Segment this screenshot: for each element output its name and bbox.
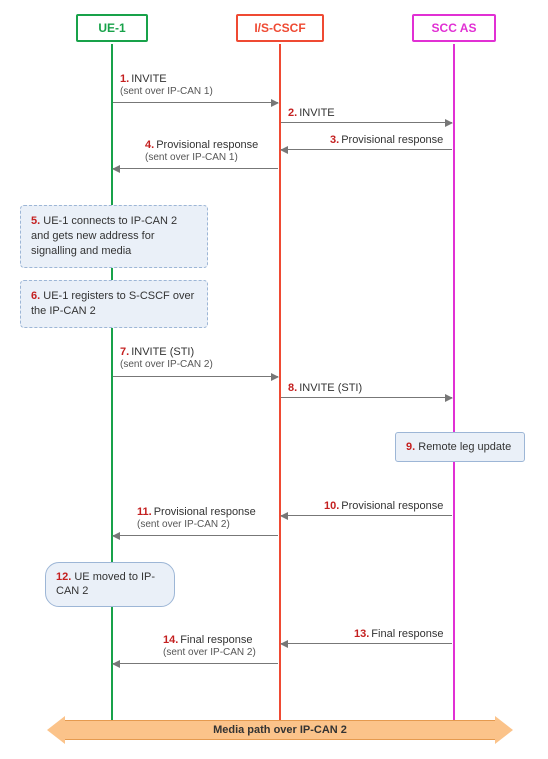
msg-4-arrow [113,168,278,169]
msg-3-label: 3.Provisional response [330,134,443,146]
msg-2-arrow [281,122,452,123]
sequence-diagram: UE-1 I/S-CSCF SCC AS 1.INVITE (sent over… [0,0,548,759]
msg-14-arrow [113,663,278,664]
msg-11-arrow [113,535,278,536]
note-9-remote-leg-update: 9. Remote leg update [395,432,525,462]
msg-11-label: 11.Provisional response (sent over IP-CA… [137,506,256,530]
actor-scc-as: SCC AS [412,14,496,42]
msg-7-label: 7.INVITE (STI) (sent over IP-CAN 2) [120,346,213,370]
msg-7-arrow [113,376,278,377]
note-6-register-s-cscf: 6. UE-1 registers to S-CSCF over the IP-… [20,280,208,328]
msg-2-label: 2.INVITE [288,107,335,119]
msg-8-label: 8.INVITE (STI) [288,382,362,394]
msg-10-arrow [281,515,452,516]
note-5-ip-can2-connect: 5. UE-1 connects to IP-CAN 2 and gets ne… [20,205,208,268]
msg-14-label: 14.Final response (sent over IP-CAN 2) [163,634,256,658]
msg-4-label: 4.Provisional response (sent over IP-CAN… [145,139,258,163]
msg-1-arrow [113,102,278,103]
msg-8-arrow [281,397,452,398]
msg-13-arrow [281,643,452,644]
msg-10-label: 10.Provisional response [324,500,443,512]
msg-3-arrow [281,149,452,150]
msg-1-label: 1.INVITE (sent over IP-CAN 1) [120,73,213,97]
msg-13-label: 13.Final response [354,628,443,640]
actor-ue1: UE-1 [76,14,148,42]
media-path-arrow: Media path over IP-CAN 2 [65,720,495,740]
note-12-ue-moved: 12. UE moved to IP-CAN 2 [45,562,175,607]
actor-is-cscf: I/S-CSCF [236,14,324,42]
